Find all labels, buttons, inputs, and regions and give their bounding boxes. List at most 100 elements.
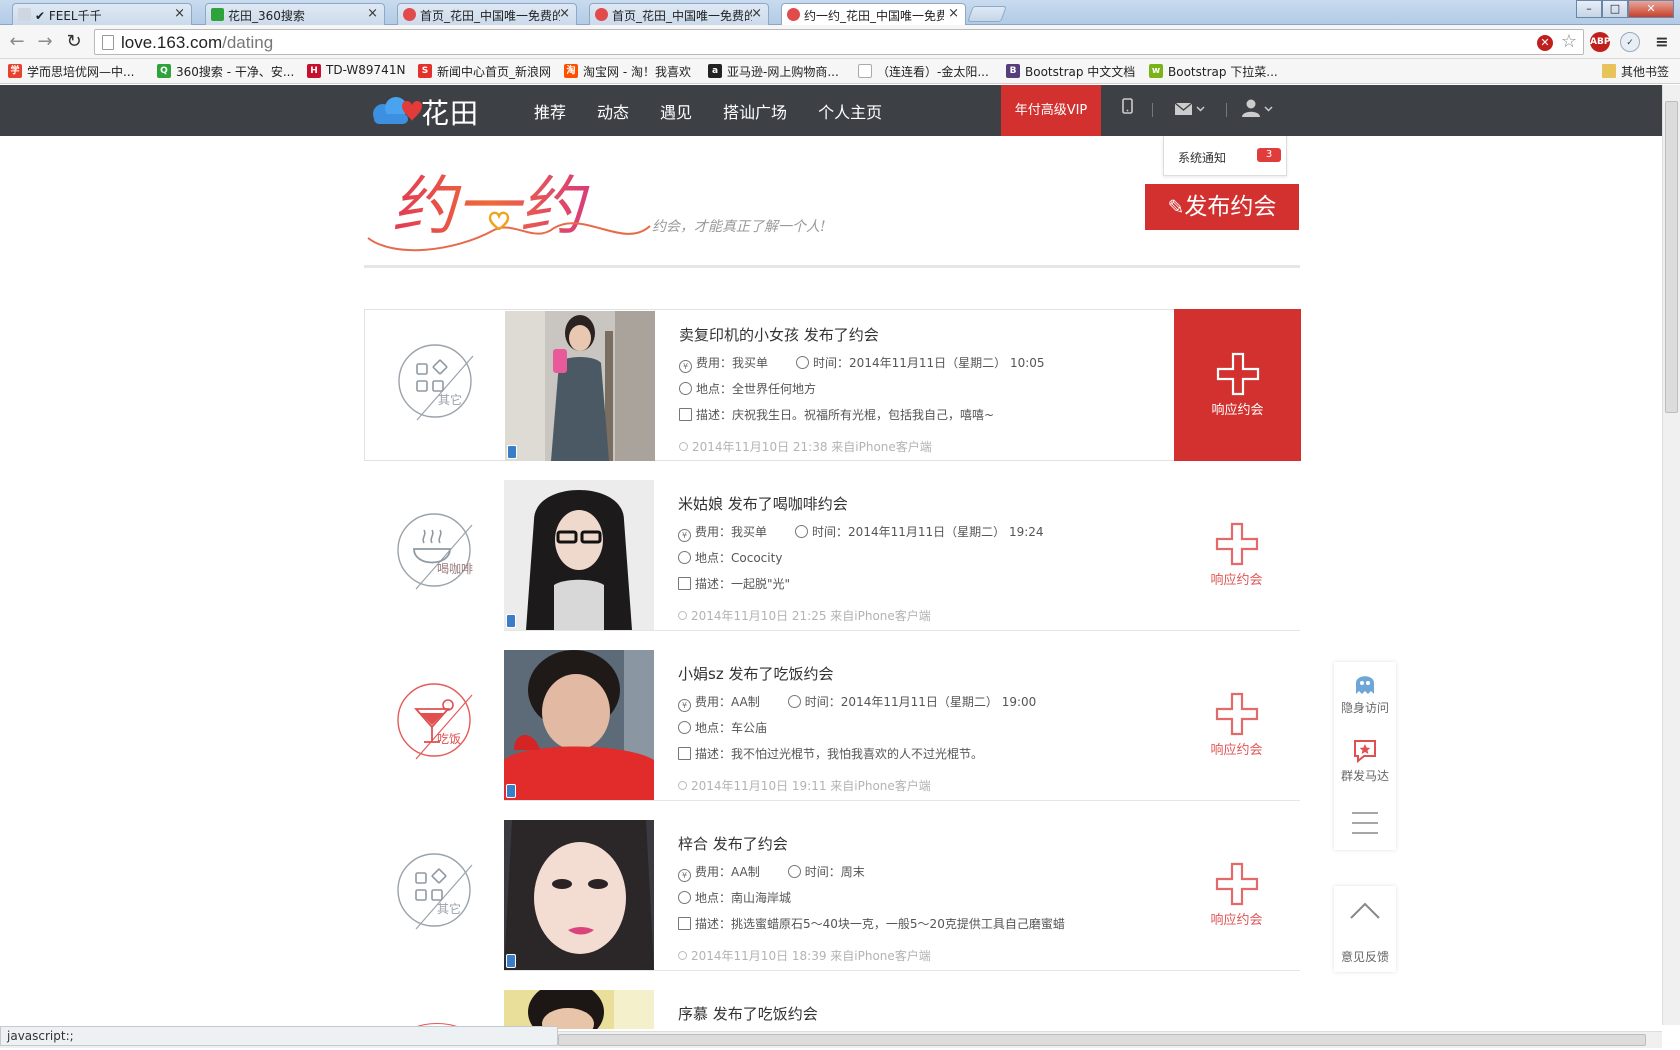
window-close-button[interactable]: ✕ — [1628, 0, 1674, 18]
bookmark-item[interactable]: H TD-W89741N — [307, 63, 405, 78]
posted-meta: 2014年11月10日 18:39 来自iPhone客户端 — [678, 947, 1178, 964]
dating-title[interactable]: 小娟sz 发布了吃饭约会 — [678, 663, 1178, 684]
close-icon[interactable]: × — [174, 6, 185, 21]
bookmark-star-icon[interactable]: ☆ — [1561, 31, 1577, 52]
close-icon[interactable]: × — [948, 6, 959, 21]
extension-icon[interactable]: ✓ — [1620, 32, 1640, 52]
new-tab-button[interactable] — [967, 6, 1007, 22]
dating-title[interactable]: 卖复印机的小女孩 发布了约会 — [679, 324, 1179, 345]
feedback-label[interactable]: 意见反馈 — [1334, 948, 1396, 965]
dating-card: 其它 梓合 发布了约会 ¥ 费用：AA制 时间：周末 地点：南山海岸城 描述：挑选蜜… — [364, 819, 1300, 971]
clock-icon — [678, 611, 687, 620]
dating-card: 喝咖啡 米姑娘 发布了喝咖啡约会 ¥ 费用：我买单 时间：2014年11月11日（星… — [364, 479, 1300, 631]
other-bookmarks[interactable]: 其他书签 — [1602, 63, 1669, 80]
mobile-icon[interactable] — [1122, 98, 1133, 118]
pencil-icon: ✎ — [1167, 195, 1185, 219]
stealth-visit-button[interactable]: 隐身访问 — [1334, 672, 1396, 716]
bookmark-item[interactable]: Q 360搜索 - 干净、安... — [157, 63, 294, 80]
user-photo[interactable] — [504, 480, 654, 630]
bookmark-favicon-icon: H — [307, 64, 321, 78]
forward-arrow-icon[interactable]: → — [34, 31, 56, 52]
close-icon[interactable]: × — [367, 6, 378, 21]
mail-icon[interactable] — [1174, 101, 1207, 120]
category-other-icon — [397, 853, 473, 930]
nav-recommend[interactable]: 推荐 — [534, 99, 566, 123]
blocked-icon[interactable]: ✕ — [1537, 35, 1553, 51]
star-chat-icon — [1354, 740, 1376, 764]
reload-icon[interactable]: ↻ — [63, 31, 85, 52]
bookmark-item[interactable]: B Bootstrap 中文文档 — [1006, 63, 1135, 80]
chevron-up-icon[interactable] — [1348, 900, 1382, 922]
nav-profile[interactable]: 个人主页 — [818, 99, 882, 123]
browser-tab-strip: ✔ FEEL千千 × 花田_360搜索 × 首页_花田_中国唯一免费的 × 首页… — [0, 0, 1680, 26]
dating-title[interactable]: 梓合 发布了约会 — [678, 833, 1178, 854]
minimize-button[interactable]: – — [1576, 0, 1602, 18]
address-bar[interactable]: love.163.com/dating ✕ ☆ — [94, 29, 1584, 55]
respond-dating-button[interactable]: 响应约会 — [1173, 819, 1300, 970]
user-photo[interactable] — [505, 311, 655, 461]
bookmark-favicon-icon: B — [1006, 64, 1020, 78]
dating-title[interactable]: 米姑娘 发布了喝咖啡约会 — [678, 493, 1178, 514]
adblock-plus-icon[interactable]: ABP — [1590, 32, 1610, 52]
bookmark-item[interactable]: a 亚马逊-网上购物商... — [708, 63, 839, 80]
bookmark-item[interactable]: （连连看）-金太阳... — [858, 63, 989, 80]
description-icon — [678, 747, 691, 760]
scroll-thumb[interactable] — [558, 1034, 1646, 1046]
category-coffee-icon — [397, 513, 473, 590]
bookmark-item[interactable]: 淘淘宝网 - 淘！我喜欢 — [564, 63, 691, 80]
vip-button[interactable]: 年付高级VIP — [1001, 85, 1101, 136]
user-photo[interactable] — [504, 650, 654, 800]
divider — [504, 630, 1300, 631]
browser-tab-active[interactable]: 约一约_花田_中国唯一免费 × — [781, 3, 966, 26]
phone-client-icon — [507, 445, 517, 459]
phone-client-icon — [506, 954, 516, 968]
nav-meet[interactable]: 遇见 — [660, 99, 692, 123]
back-arrow-icon[interactable]: ← — [6, 31, 28, 52]
bookmark-item[interactable]: S 新闻中心首页_新浪网 — [418, 63, 551, 80]
maximize-button[interactable]: □ — [1602, 0, 1628, 18]
vertical-scrollbar[interactable] — [1662, 85, 1680, 1025]
phone-client-icon — [506, 784, 516, 798]
bookmark-favicon-icon — [858, 64, 872, 78]
scroll-thumb[interactable] — [1665, 101, 1678, 413]
browser-tab[interactable]: 首页_花田_中国唯一免费的 × — [397, 3, 577, 25]
plus-icon — [1216, 352, 1260, 396]
huatian-favicon-icon — [595, 8, 608, 21]
huatian-favicon-icon — [787, 8, 800, 21]
publish-dating-button[interactable]: ✎发布约会 — [1145, 184, 1299, 230]
page-icon — [102, 35, 114, 50]
dating-card: 序慕 发布了吃饭约会 — [364, 989, 1300, 1029]
browser-tab[interactable]: 首页_花田_中国唯一免费的 × — [589, 3, 769, 25]
close-icon[interactable]: × — [559, 6, 570, 21]
posted-meta: 2014年11月10日 19:11 来自iPhone客户端 — [678, 777, 1178, 794]
nav-square[interactable]: 搭讪广场 — [723, 99, 787, 123]
nav-feed[interactable]: 动态 — [597, 99, 629, 123]
header-divider — [1226, 103, 1227, 117]
menu-icon[interactable]: ≡ — [1652, 32, 1672, 52]
location-icon — [678, 551, 691, 564]
dating-info: 小娟sz 发布了吃饭约会 ¥ 费用：AA制 时间：2014年11月11日（星期二） … — [678, 663, 1178, 794]
user-photo[interactable] — [504, 820, 654, 970]
logo-text[interactable]: 花田 — [421, 92, 479, 132]
close-icon[interactable]: × — [751, 6, 762, 21]
respond-dating-button[interactable]: 响应约会 — [1173, 479, 1300, 630]
feedback-widget[interactable]: 意见反馈 — [1334, 886, 1396, 972]
user-photo[interactable] — [504, 990, 654, 1029]
bookmark-item[interactable]: w Bootstrap 下拉菜... — [1149, 63, 1278, 80]
respond-dating-button[interactable]: 响应约会 — [1173, 649, 1300, 800]
user-icon[interactable] — [1242, 99, 1274, 121]
dating-info: 卖复印机的小女孩 发布了约会 ¥ 费用：我买单 时间：2014年11月11日（星期二… — [679, 324, 1179, 455]
browser-tab[interactable]: 花田_360搜索 × — [205, 3, 385, 25]
more-menu-button[interactable] — [1334, 810, 1396, 839]
plus-icon — [1215, 862, 1259, 906]
dating-title[interactable]: 序慕 发布了吃饭约会 — [678, 1003, 1178, 1024]
dating-info: 梓合 发布了约会 ¥ 费用：AA制 时间：周末 地点：南山海岸城 描述：挑选蜜蜡原石… — [678, 833, 1178, 964]
browser-tab[interactable]: ✔ FEEL千千 × — [12, 3, 192, 25]
description-icon — [679, 408, 692, 421]
bookmark-favicon-icon: Q — [157, 64, 171, 78]
bookmark-item[interactable]: 学学而思培优网—中... — [8, 63, 134, 80]
url-text[interactable]: love.163.com/dating — [121, 33, 273, 53]
huatian-favicon-icon — [403, 8, 416, 21]
respond-dating-button[interactable]: 响应约会 — [1174, 309, 1301, 461]
mass-radar-button[interactable]: 群发马达 — [1334, 738, 1396, 784]
